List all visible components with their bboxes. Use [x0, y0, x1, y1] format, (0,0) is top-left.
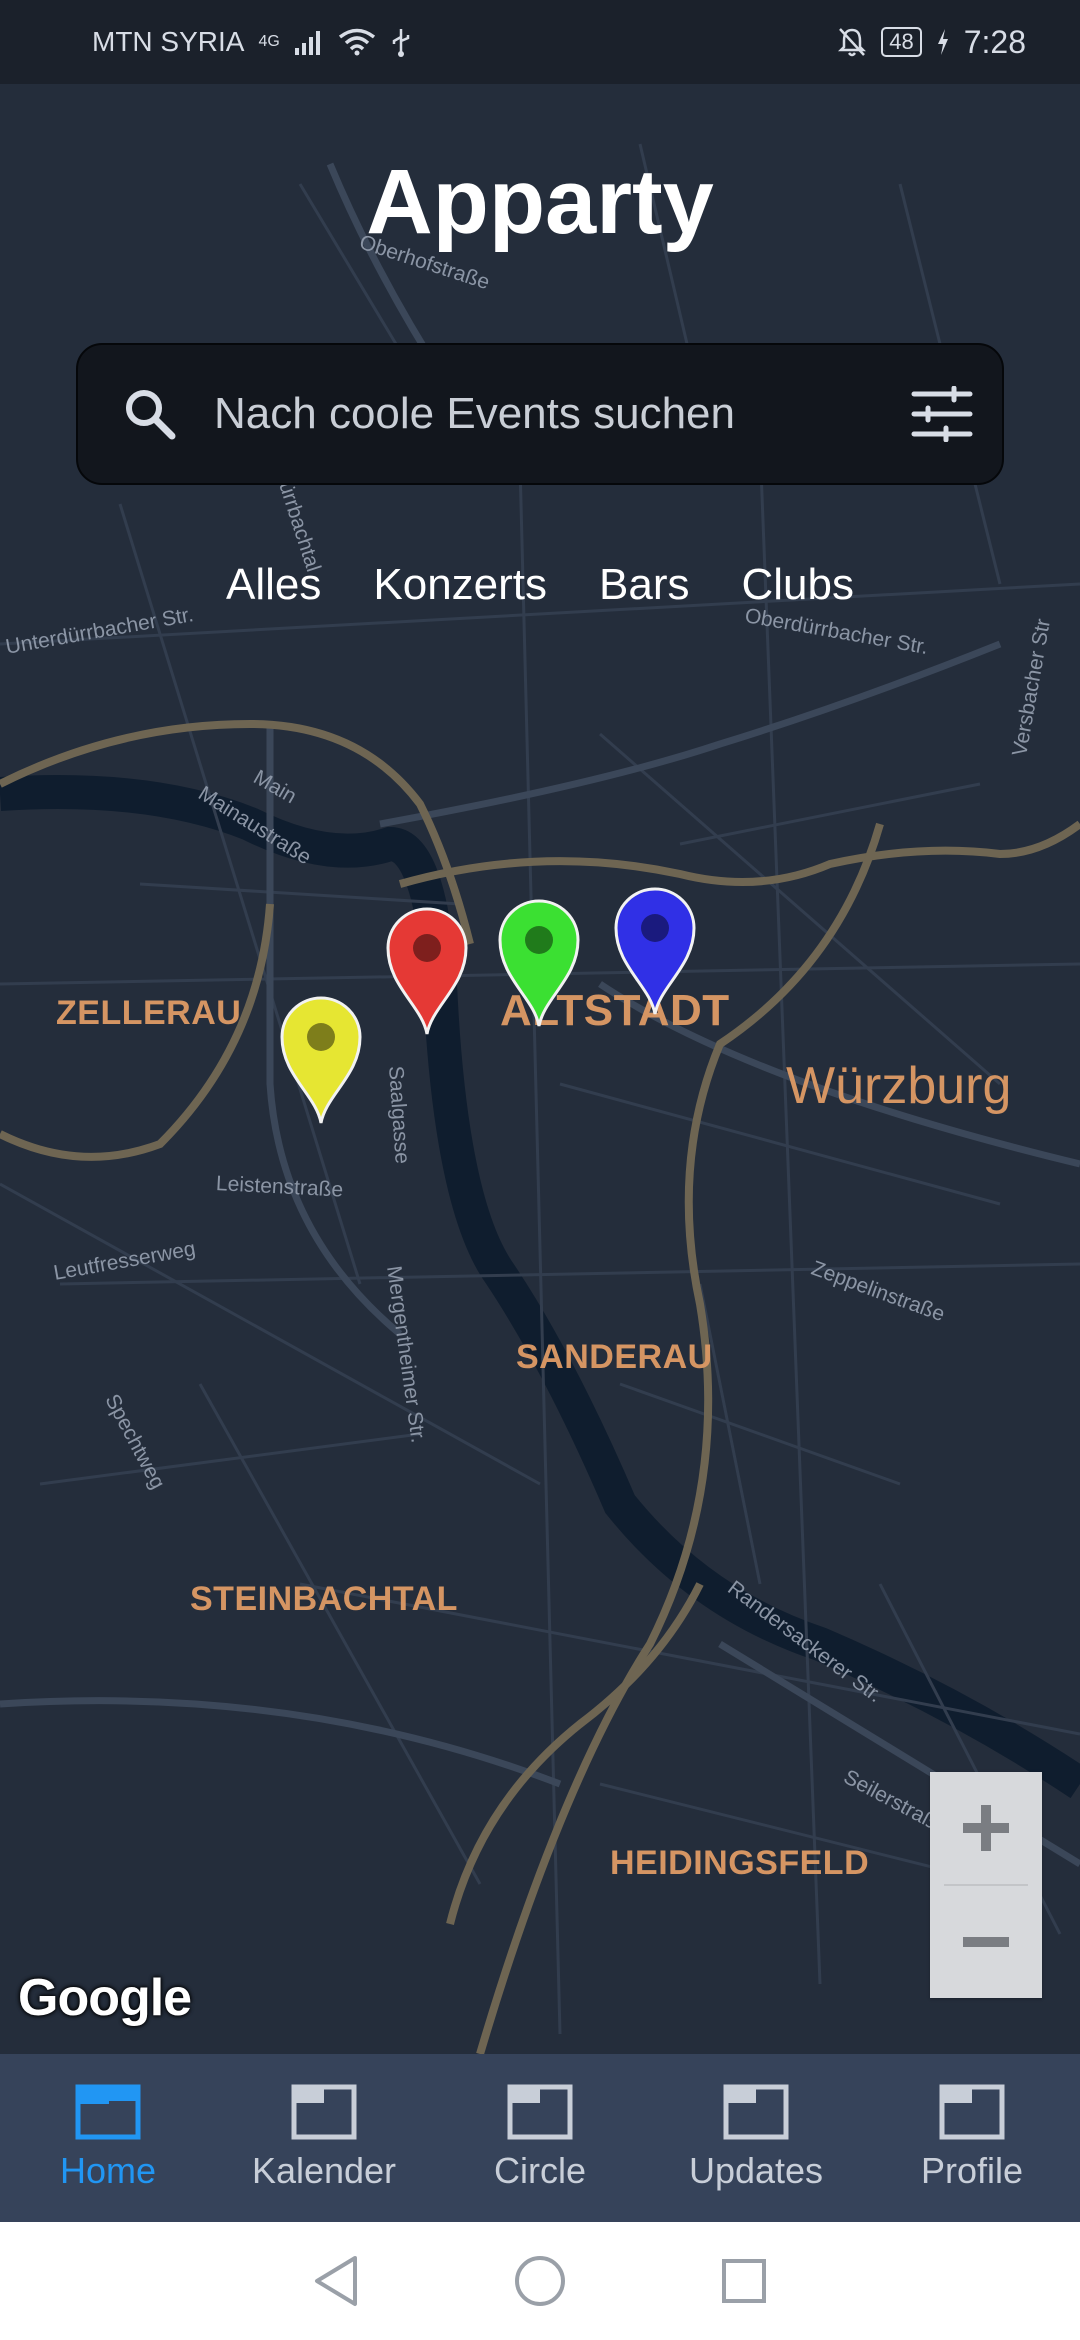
- map-district-label: HEIDINGSFELD: [610, 1844, 870, 1882]
- map-city-label: Würzburg: [786, 1057, 1012, 1115]
- app-title: Apparty: [366, 151, 714, 253]
- search-input[interactable]: [212, 388, 910, 440]
- home-tab-icon: [75, 2084, 141, 2140]
- network-type: 4G: [258, 33, 280, 50]
- clock-time: 7:28: [963, 23, 1026, 60]
- category-tabs: Alles Konzerts Bars Clubs: [0, 560, 1080, 610]
- battery-level: 48: [881, 27, 922, 57]
- blue-pin[interactable]: [614, 886, 696, 1018]
- nav-profile-label: Profile: [920, 2150, 1024, 2191]
- zoom-controls: [930, 1772, 1042, 1998]
- tab-alles[interactable]: Alles: [226, 560, 321, 610]
- back-button[interactable]: [309, 2254, 363, 2308]
- pin-body: [498, 899, 580, 1027]
- home-button[interactable]: [513, 2254, 567, 2308]
- recents-square-icon: [722, 2259, 766, 2303]
- status-left: MTN SYRIA 4G: [92, 26, 412, 58]
- bell-muted-icon: [838, 28, 867, 57]
- tab-konzerts[interactable]: Konzerts: [373, 560, 547, 610]
- zoom-out-button[interactable]: [930, 1886, 1042, 1998]
- map-district-label: STEINBACHTAL: [190, 1580, 458, 1618]
- profile-tab-icon: [939, 2084, 1005, 2140]
- wifi-icon: [338, 28, 375, 56]
- nav-home-label: Home: [59, 2150, 157, 2191]
- search-bar[interactable]: [76, 343, 1004, 485]
- green-pin[interactable]: [498, 898, 580, 1030]
- search-icon[interactable]: [120, 384, 180, 444]
- updates-tab-icon: [723, 2084, 789, 2140]
- nav-circle[interactable]: Circle: [442, 2084, 638, 2192]
- carrier-name: MTN SYRIA: [92, 26, 245, 57]
- pin-body: [614, 887, 696, 1015]
- back-triangle-icon: [315, 2256, 357, 2306]
- red-pin[interactable]: [386, 906, 468, 1038]
- zoom-in-button[interactable]: [930, 1772, 1042, 1884]
- status-bar: MTN SYRIA 4G 48 7:28: [0, 0, 1080, 84]
- system-navigation-bar: [0, 2222, 1080, 2340]
- pin-body: [280, 996, 362, 1124]
- tab-bars[interactable]: Bars: [599, 560, 689, 610]
- google-logo: Google: [18, 1969, 192, 2027]
- nav-kalender-label: Kalender: [251, 2150, 397, 2191]
- kalender-tab-icon: [291, 2084, 357, 2140]
- recents-button[interactable]: [717, 2254, 771, 2308]
- map-district-label: SANDERAU: [516, 1338, 713, 1376]
- map-district-label: ZELLERAU: [56, 994, 242, 1032]
- nav-home[interactable]: Home: [10, 2084, 206, 2192]
- circle-tab-icon: [507, 2084, 573, 2140]
- nav-circle-label: Circle: [493, 2150, 586, 2191]
- charging-icon: [937, 29, 948, 55]
- filter-icon[interactable]: [910, 386, 974, 442]
- nav-kalender[interactable]: Kalender: [226, 2084, 422, 2192]
- nav-profile[interactable]: Profile: [874, 2084, 1070, 2192]
- minus-icon: [963, 1937, 1009, 1947]
- pin-body: [386, 907, 468, 1035]
- nav-updates-label: Updates: [688, 2150, 824, 2191]
- status-right: 48 7:28: [837, 24, 1026, 61]
- tab-clubs[interactable]: Clubs: [742, 560, 855, 610]
- yellow-pin[interactable]: [280, 995, 362, 1127]
- bottom-navigation: Home Kalender Circle Updates Profile: [0, 2054, 1080, 2222]
- nav-updates[interactable]: Updates: [658, 2084, 854, 2192]
- plus-icon: [963, 1805, 1009, 1851]
- signal-icon: [294, 31, 320, 55]
- home-circle-icon: [515, 2256, 565, 2306]
- usb-icon: [392, 29, 410, 57]
